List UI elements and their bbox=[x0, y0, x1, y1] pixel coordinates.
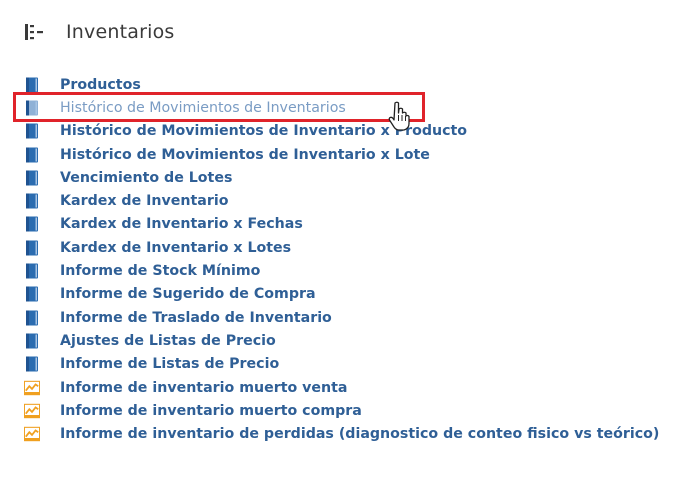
report-link-8[interactable]: Informe de Stock Mínimo bbox=[24, 259, 659, 282]
report-link-10[interactable]: Informe de Traslado de Inventario bbox=[24, 306, 659, 329]
inventory-reports-panel: Inventarios Productos Histórico de Movim… bbox=[0, 0, 700, 478]
report-link-14[interactable]: Informe de inventario muerto compra bbox=[24, 399, 659, 422]
report-link-label: Informe de Sugerido de Compra bbox=[60, 286, 316, 303]
report-link-2[interactable]: Histórico de Movimientos de Inventario x… bbox=[24, 120, 659, 143]
report-link-label: Informe de Stock Mínimo bbox=[60, 263, 261, 280]
report-link-label: Vencimiento de Lotes bbox=[60, 169, 233, 186]
report-link-0[interactable]: Productos bbox=[24, 73, 659, 96]
book-icon bbox=[26, 170, 38, 186]
report-link-label: Informe de inventario muerto venta bbox=[60, 379, 348, 396]
list-indent-icon bbox=[25, 24, 43, 40]
book-icon bbox=[26, 77, 38, 93]
book-icon bbox=[26, 333, 38, 349]
report-link-label: Informe de Traslado de Inventario bbox=[60, 309, 332, 326]
book-icon bbox=[26, 100, 38, 116]
report-link-1[interactable]: Histórico de Movimientos de Inventarios bbox=[24, 96, 659, 119]
book-icon bbox=[26, 123, 38, 139]
chart-icon bbox=[24, 403, 40, 418]
report-link-6[interactable]: Kardex de Inventario x Fechas bbox=[24, 213, 659, 236]
report-link-label: Histórico de Movimientos de Inventarios bbox=[60, 99, 346, 116]
section-title: Inventarios bbox=[66, 21, 175, 43]
report-link-3[interactable]: Histórico de Movimientos de Inventario x… bbox=[24, 143, 659, 166]
section-header: Inventarios bbox=[24, 18, 175, 46]
report-link-label: Informe de Listas de Precio bbox=[60, 356, 280, 373]
report-link-label: Histórico de Movimientos de Inventario x… bbox=[60, 146, 430, 163]
book-icon bbox=[26, 310, 38, 326]
book-icon bbox=[26, 356, 38, 372]
report-list: Productos Histórico de Movimientos de In… bbox=[24, 73, 659, 446]
report-link-label: Kardex de Inventario x Fechas bbox=[60, 216, 303, 233]
book-icon bbox=[26, 147, 38, 163]
report-link-label: Informe de inventario muerto compra bbox=[60, 402, 362, 419]
book-icon bbox=[26, 193, 38, 209]
report-link-5[interactable]: Kardex de Inventario bbox=[24, 189, 659, 212]
book-icon bbox=[26, 216, 38, 232]
report-link-4[interactable]: Vencimiento de Lotes bbox=[24, 166, 659, 189]
report-link-label: Kardex de Inventario bbox=[60, 193, 229, 210]
chart-icon bbox=[24, 426, 40, 442]
report-link-label: Informe de inventario de perdidas (diagn… bbox=[60, 426, 660, 443]
report-link-9[interactable]: Informe de Sugerido de Compra bbox=[24, 283, 659, 306]
report-link-7[interactable]: Kardex de Inventario x Lotes bbox=[24, 236, 659, 259]
report-link-11[interactable]: Ajustes de Listas de Precio bbox=[24, 329, 659, 352]
report-link-label: Histórico de Movimientos de Inventario x… bbox=[60, 123, 468, 140]
book-icon bbox=[26, 240, 38, 256]
report-link-12[interactable]: Informe de Listas de Precio bbox=[24, 353, 659, 376]
report-link-label: Kardex de Inventario x Lotes bbox=[60, 239, 292, 256]
report-link-label: Ajustes de Listas de Precio bbox=[60, 332, 276, 349]
report-link-13[interactable]: Informe de inventario muerto venta bbox=[24, 376, 659, 399]
report-link-label: Productos bbox=[60, 76, 141, 93]
chart-icon bbox=[24, 380, 40, 395]
book-icon bbox=[26, 286, 38, 302]
report-link-15[interactable]: Informe de inventario de perdidas (diagn… bbox=[24, 422, 659, 445]
book-icon bbox=[26, 263, 38, 279]
